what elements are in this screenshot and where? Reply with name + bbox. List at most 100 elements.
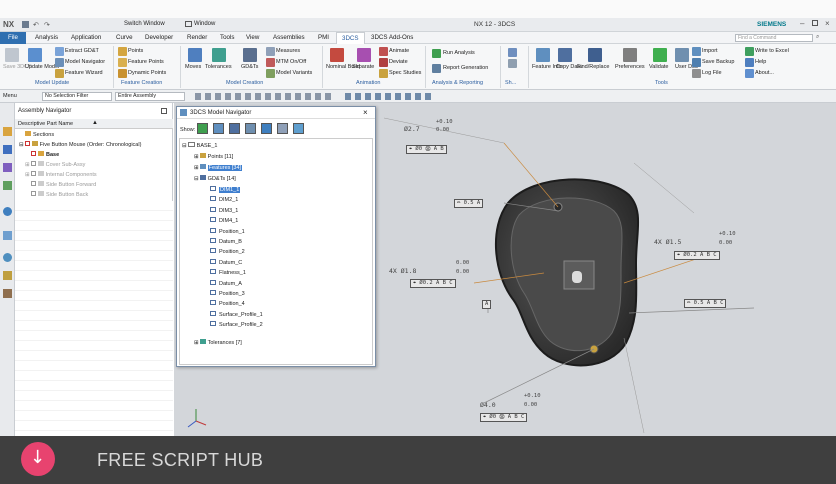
tree-node-gdt-item[interactable]: DIM3_1 bbox=[210, 206, 238, 214]
tree-node-gdt-item[interactable]: Position_1 bbox=[210, 227, 245, 235]
animate-button[interactable]: Animate bbox=[389, 48, 409, 54]
show-tolerances-toggle-icon[interactable] bbox=[245, 123, 256, 134]
import-button[interactable]: Import bbox=[702, 48, 718, 54]
help-button[interactable]: Help bbox=[755, 59, 766, 65]
deviate-button[interactable]: Deviate bbox=[389, 59, 408, 65]
checkbox-icon[interactable] bbox=[24, 141, 30, 146]
tree-node-gdts[interactable]: ⊟ GD&Ts [14] bbox=[194, 175, 236, 182]
checkbox-icon[interactable] bbox=[31, 151, 36, 156]
sh-icon-2[interactable] bbox=[508, 59, 517, 68]
separate-icon[interactable] bbox=[357, 48, 371, 62]
redo-icon[interactable]: ↷ bbox=[44, 21, 50, 29]
tree-node-gdt-item[interactable]: Position_3 bbox=[210, 290, 245, 297]
reuse-library-icon[interactable] bbox=[3, 181, 12, 190]
feature-wizard-button[interactable]: Feature Wizard bbox=[65, 70, 103, 76]
tree-node-features[interactable]: ⊞ Features [34] bbox=[194, 164, 243, 171]
model-navigator-button[interactable]: Model Navigator bbox=[65, 59, 105, 65]
checkbox-icon[interactable] bbox=[30, 161, 36, 166]
assembly-navigator-tab-icon[interactable] bbox=[3, 127, 12, 136]
log-file-button[interactable]: Log File bbox=[702, 70, 722, 76]
show-measures-toggle-icon[interactable] bbox=[277, 123, 288, 134]
tree-row-base[interactable]: Base bbox=[31, 151, 59, 158]
selection-tools-icons[interactable] bbox=[195, 93, 335, 100]
part-navigator-icon[interactable] bbox=[3, 163, 12, 172]
write-to-excel-button[interactable]: Write to Excel bbox=[755, 48, 789, 54]
show-points-toggle-icon[interactable] bbox=[197, 123, 208, 134]
tab-render[interactable]: Render bbox=[187, 34, 207, 41]
mtm-toggle-button[interactable]: MTM On/Off bbox=[276, 59, 306, 65]
checkbox-icon[interactable] bbox=[31, 181, 36, 186]
snap-tools-icons[interactable] bbox=[345, 93, 435, 100]
model-navigator-dialog[interactable]: 3DCS Model Navigator × Show: ⊟ BASE_1 ⊞ … bbox=[176, 106, 376, 367]
extract-gdt-button[interactable]: Extract GD&T bbox=[65, 48, 99, 54]
tree-node-tolerances[interactable]: ⊞ Tolerances [7] bbox=[194, 339, 242, 346]
user-dll-icon[interactable] bbox=[675, 48, 689, 62]
dialog-title-bar[interactable]: 3DCS Model Navigator × bbox=[177, 107, 375, 119]
download-button[interactable]: ↓ bbox=[21, 442, 55, 476]
tree-node-gdt-item[interactable]: DIM4_1 bbox=[210, 217, 238, 224]
tab-analysis[interactable]: Analysis bbox=[35, 34, 58, 41]
minimize-icon[interactable]: – bbox=[800, 19, 804, 28]
tree-row-root[interactable]: ⊟ Five Button Mouse (Order: Chronological… bbox=[19, 141, 141, 148]
show-all-toggle-icon[interactable] bbox=[293, 123, 304, 134]
tab-developer[interactable]: Developer bbox=[145, 34, 173, 41]
tolerances-icon[interactable] bbox=[212, 48, 226, 62]
assembly-scope-select[interactable]: Entire Assembly bbox=[115, 92, 185, 101]
find-replace-label[interactable]: Find/Replace bbox=[577, 64, 609, 70]
moves-label[interactable]: Moves bbox=[185, 64, 201, 70]
column-descriptive-part-name[interactable]: Descriptive Part Name bbox=[18, 121, 73, 127]
clock-icon[interactable] bbox=[3, 253, 12, 262]
tree-row-internal-components[interactable]: ⊞ Internal Components bbox=[25, 171, 97, 178]
selection-filter-select[interactable]: No Selection Filter bbox=[42, 92, 112, 101]
model-tree[interactable]: ⊟ BASE_1 ⊞ Points [11] ⊞ Features [34] ⊟… bbox=[179, 138, 373, 365]
maximize-icon[interactable] bbox=[812, 20, 818, 26]
run-analysis-button[interactable]: Run Analysis bbox=[443, 50, 475, 56]
tree-node-base[interactable]: ⊟ BASE_1 bbox=[182, 142, 217, 149]
save-backup-button[interactable]: Save Backup bbox=[702, 59, 734, 65]
checkbox-icon[interactable] bbox=[30, 171, 36, 176]
model-variants-button[interactable]: Model Variants bbox=[276, 70, 312, 76]
command-search-input[interactable]: Find a Command bbox=[735, 34, 813, 42]
tree-node-gdt-item[interactable]: Position_2 bbox=[210, 248, 245, 255]
web-browser-icon[interactable] bbox=[3, 207, 12, 216]
gdts-label[interactable]: GD&Ts bbox=[241, 64, 258, 70]
tree-node-gdt-item[interactable]: Surface_Profile_2 bbox=[210, 321, 263, 328]
tree-node-points[interactable]: ⊞ Points [11] bbox=[194, 153, 233, 160]
about-button[interactable]: About... bbox=[755, 70, 774, 76]
measures-button[interactable]: Measures bbox=[276, 48, 300, 54]
panel-restore-icon[interactable] bbox=[161, 108, 167, 114]
preferences-label[interactable]: Preferences bbox=[615, 64, 645, 70]
save-3dcs-icon[interactable] bbox=[5, 48, 19, 62]
window-menu[interactable]: Window bbox=[194, 21, 215, 27]
close-icon[interactable]: × bbox=[825, 19, 830, 28]
tree-node-gdt-item[interactable]: Datum_C bbox=[210, 258, 242, 266]
tab-tools[interactable]: Tools bbox=[220, 34, 234, 41]
tab-curve[interactable]: Curve bbox=[116, 34, 133, 41]
tree-node-gdt-item[interactable]: Datum_A bbox=[210, 279, 242, 287]
show-gdts-toggle-icon[interactable] bbox=[261, 123, 272, 134]
menu-button[interactable]: Menu bbox=[3, 93, 17, 99]
column-header[interactable]: Descriptive Part Name ▲ bbox=[15, 119, 173, 129]
preferences-icon[interactable] bbox=[623, 48, 637, 62]
gdts-icon[interactable] bbox=[243, 48, 257, 62]
constraint-navigator-icon[interactable] bbox=[3, 145, 12, 154]
tree-node-gdt-item[interactable]: DIM2_1 bbox=[210, 196, 238, 203]
save-icon[interactable] bbox=[22, 21, 29, 28]
validate-icon[interactable] bbox=[653, 48, 667, 62]
tab-view[interactable]: View bbox=[246, 34, 259, 41]
tab-pmi[interactable]: PMI bbox=[318, 34, 329, 41]
system-materials-icon[interactable] bbox=[3, 271, 12, 280]
validate-label[interactable]: Validate bbox=[649, 64, 668, 70]
feature-points-button[interactable]: Feature Points bbox=[128, 59, 164, 65]
undo-icon[interactable]: ↶ bbox=[33, 21, 39, 29]
sort-ascending-icon[interactable]: ▲ bbox=[92, 120, 98, 126]
tree-row-sections[interactable]: Sections bbox=[25, 131, 54, 138]
sh-icon-1[interactable] bbox=[508, 48, 517, 57]
tree-node-gdt-item[interactable]: Flatness_1 bbox=[210, 269, 246, 276]
tab-3dcs-addons[interactable]: 3DCS Add-Ons bbox=[371, 34, 413, 41]
tree-node-gdt-item[interactable]: Surface_Profile_1 bbox=[210, 310, 263, 318]
tree-row-side-button-back[interactable]: Side Button Back bbox=[31, 191, 88, 198]
report-generation-button[interactable]: Report Generation bbox=[443, 65, 488, 71]
tree-row-side-button-forward[interactable]: Side Button Forward bbox=[31, 181, 96, 188]
tree-row-cover-sub-assy[interactable]: ⊞ Cover Sub-Assy bbox=[25, 161, 85, 168]
